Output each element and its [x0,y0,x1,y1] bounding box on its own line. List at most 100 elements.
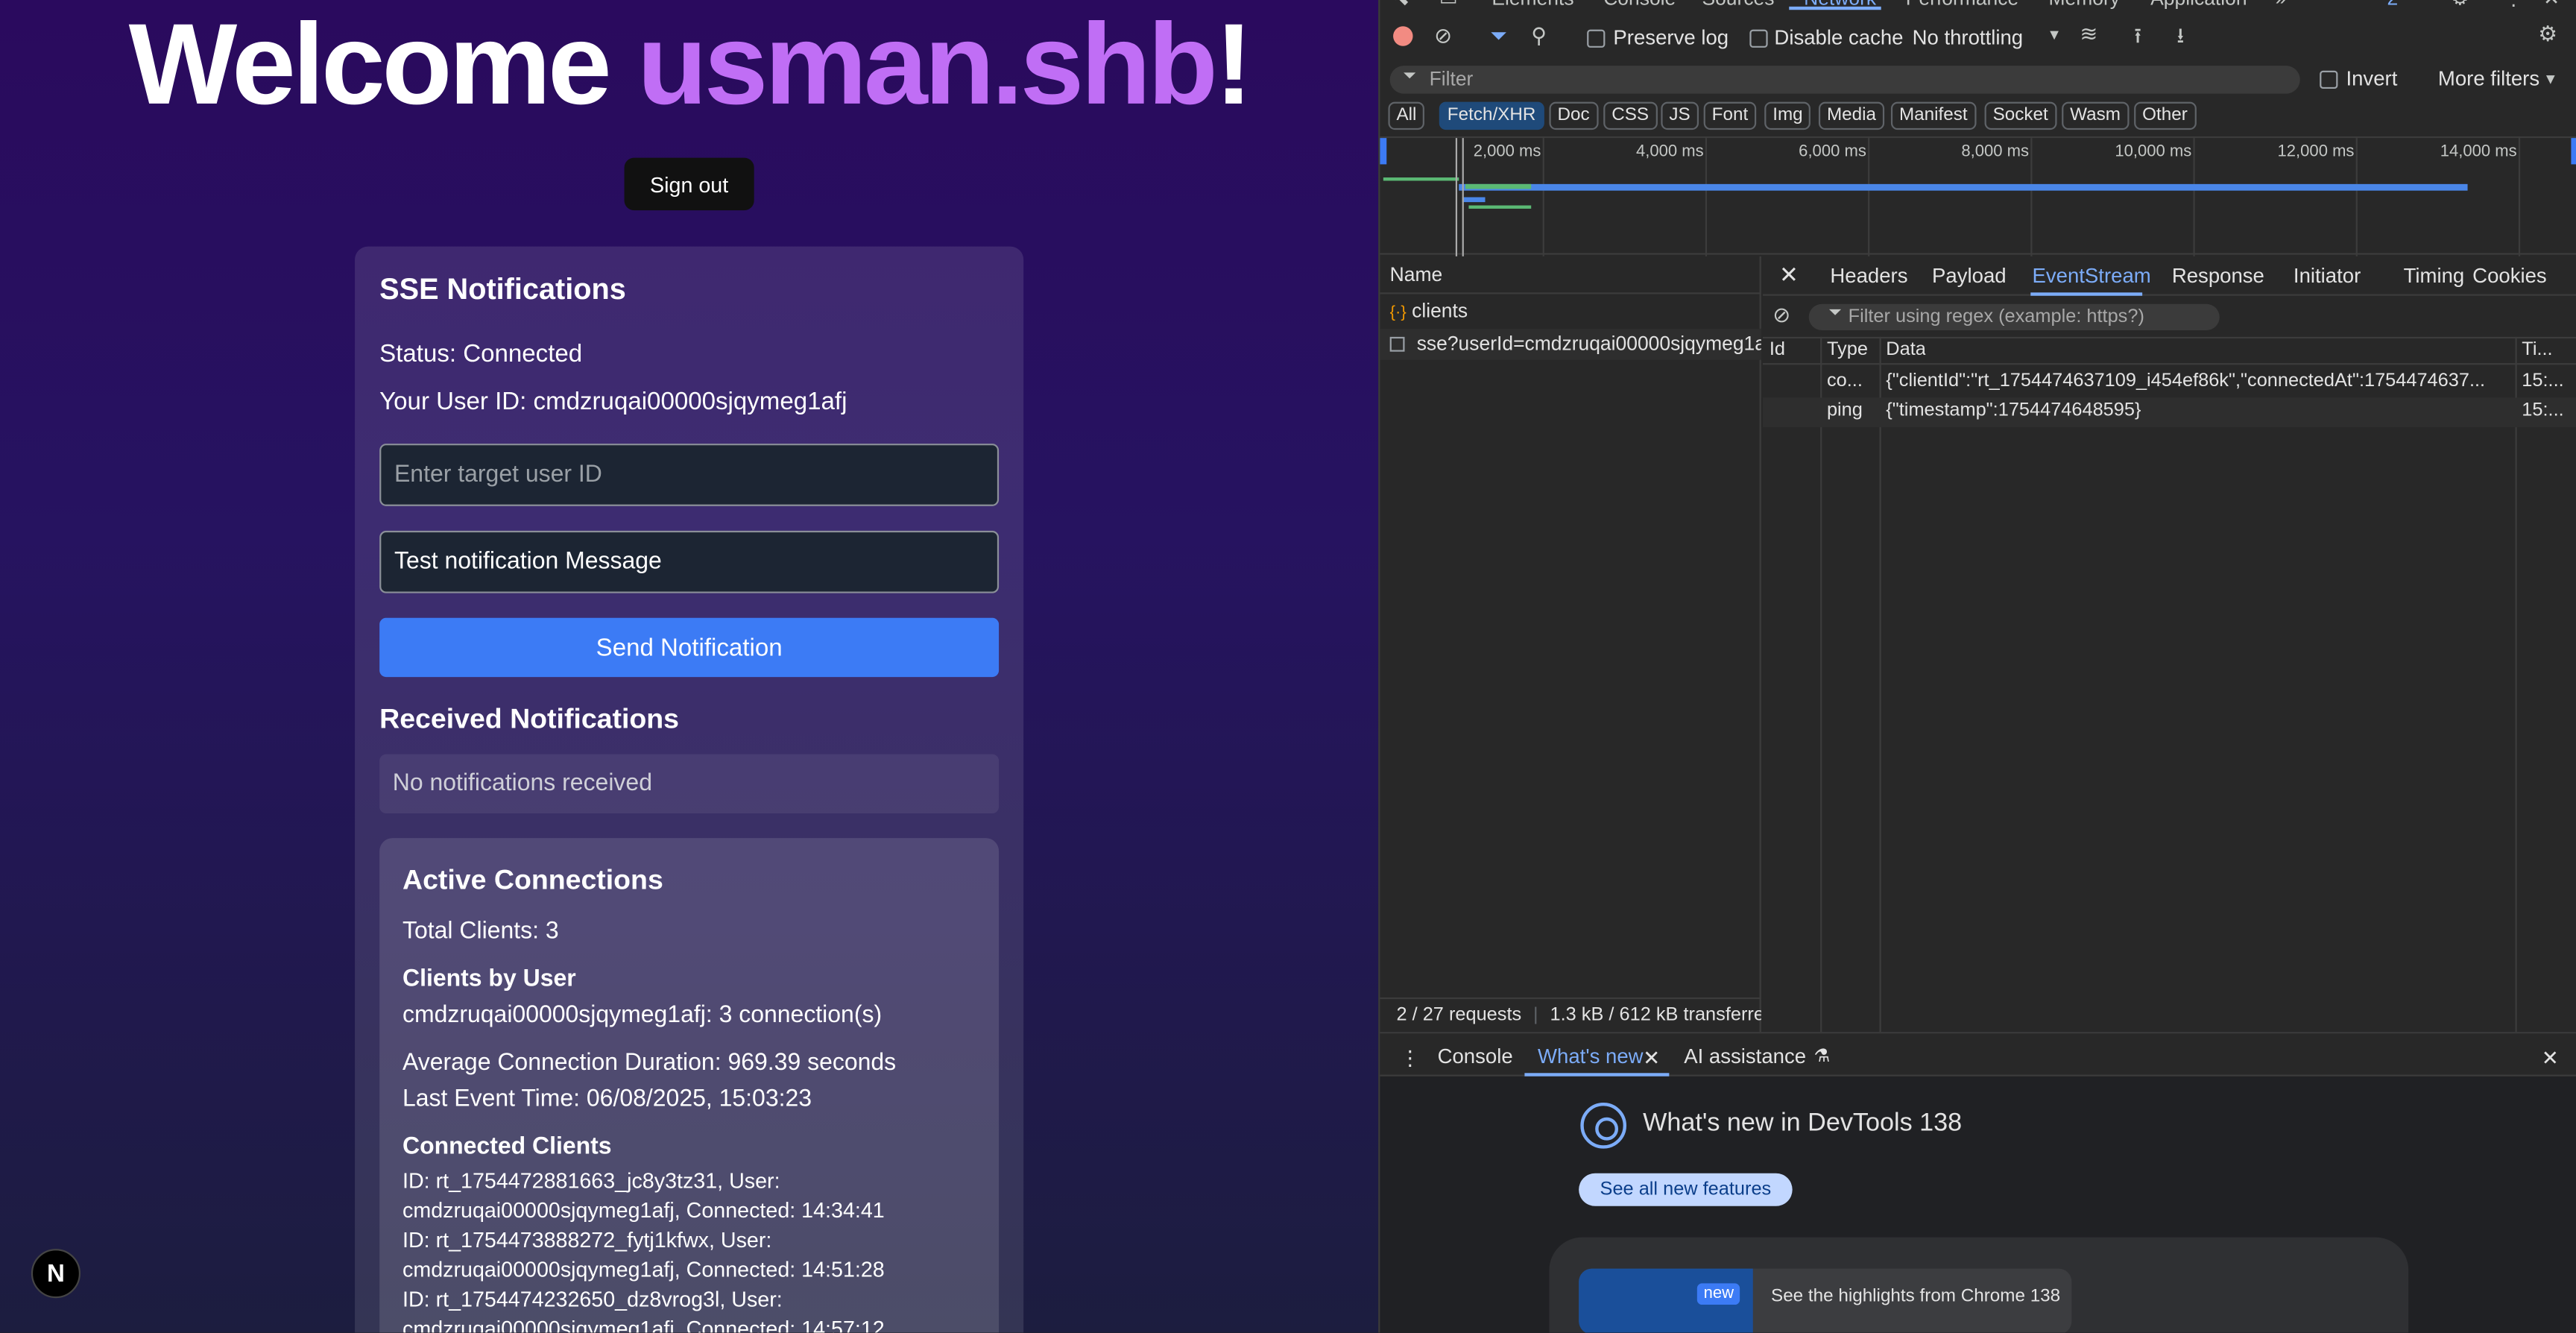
more-options-icon[interactable]: ⋮ [2504,0,2523,10]
column-id[interactable]: Id [1770,340,1785,359]
nextjs-dev-badge[interactable]: N [31,1249,81,1299]
drawer-tab-ai-assistance[interactable]: AI assistance [1684,1045,1806,1068]
preserve-log-checkbox[interactable] [1587,29,1606,48]
filter-wasm[interactable]: Wasm [2062,101,2129,130]
drawer-tab-whats-new[interactable]: What's new [1538,1045,1644,1068]
send-notification-button[interactable]: Send Notification [379,617,1000,678]
tab-timing[interactable]: Timing [2404,265,2465,288]
filter-other[interactable]: Other [2134,101,2196,130]
clear-icon[interactable]: ⊘ [1434,23,1452,49]
timeline-right-handle[interactable] [2571,138,2576,165]
invert-checkbox[interactable] [2320,70,2338,89]
sse-title: SSE Notifications [379,272,626,306]
tab-eventstream[interactable]: EventStream [2032,265,2150,288]
clients-by-user-title: Clients by User [402,966,576,993]
network-settings-gear-icon[interactable]: ⚙ [2538,22,2557,48]
column-data[interactable]: Data [1886,340,1926,359]
tab-application[interactable]: Application [2150,0,2247,10]
column-type[interactable]: Type [1827,340,1868,359]
device-toolbar-icon[interactable]: ▭ [1439,0,1458,10]
timeline-bar [1468,205,1532,209]
tab-elements[interactable]: Elements [1491,0,1573,10]
filter-fetch-xhr[interactable]: Fetch/XHR [1439,101,1544,130]
tab-payload[interactable]: Payload [1932,265,2007,288]
filter-img[interactable]: Img [1764,101,1811,130]
close-detail-icon[interactable]: ✕ [1779,261,1799,289]
fetch-icon: {·} [1389,303,1407,323]
timeline-bar [1459,183,2468,191]
settings-gear-icon[interactable]: ⚙ [2452,0,2469,10]
filter-css[interactable]: CSS [1603,101,1658,130]
request-row[interactable]: {·} clients [1380,296,1761,327]
filter-manifest[interactable]: Manifest [1890,101,1976,130]
clear-events-icon[interactable]: ⊘ [1772,303,1790,329]
tab-headers[interactable]: Headers [1830,265,1907,288]
tab-memory[interactable]: Memory [2049,0,2121,10]
tab-initiator[interactable]: Initiator [2294,265,2361,288]
tab-sources[interactable]: Sources [1702,0,1774,10]
inspect-icon[interactable]: ⬉ [1393,0,1409,10]
close-devtools-icon[interactable]: ✕ [2543,0,2560,10]
filter-media[interactable]: Media [1818,101,1885,130]
request-list: Name {·} clients sse?userId=cmdzruqai000… [1380,256,1761,1033]
filter-doc[interactable]: Doc [1549,101,1598,130]
request-row[interactable]: sse?userId=cmdzruqai00000sjqymeg1afj [1380,328,1761,360]
chrome-devtools-logo-icon [1580,1102,1627,1149]
devtools-panel-tabs: ⬉ ▭ Elements Console Sources Network Per… [1380,0,2576,10]
message-input[interactable] [379,530,1000,593]
connection-status: Status: Connected [379,340,583,368]
request-summary: 2 / 27 requests | 1.3 kB / 612 kB transf… [1380,997,1761,1032]
regex-filter-input[interactable]: Filter using regex (example: https?) [1808,303,2220,331]
see-all-features-button[interactable]: See all new features [1579,1173,1793,1206]
column-time[interactable]: Ti... [2522,340,2552,359]
tab-console[interactable]: Console [1603,0,1676,10]
timeline-tick-label: 8,000 ms [1961,142,2030,162]
active-connections-title: Active Connections [402,864,663,896]
more-filters-dropdown[interactable]: More filters [2438,67,2539,90]
network-conditions-icon[interactable]: ≋ [2080,22,2097,48]
issues-badge[interactable]: 2 [2387,0,2399,10]
close-drawer-icon[interactable]: ✕ [2542,1045,2559,1070]
disable-cache-checkbox[interactable] [1749,29,1768,48]
tab-cookies[interactable]: Cookies [2472,265,2547,288]
record-stop-icon[interactable] [1393,26,1413,46]
app-viewport: Welcome usman.shb! Sign out SSE Notifica… [0,0,1379,1333]
connected-clients-title: Connected Clients [402,1133,612,1161]
filter-icon[interactable]: ⏷ [1490,23,1507,49]
more-tabs-icon[interactable]: » [2276,0,2287,10]
more-filters-chevron-icon[interactable]: ▼ [2543,71,2558,87]
average-duration: Average Connection Duration: 969.39 seco… [402,1050,897,1077]
chevron-down-icon[interactable]: ▼ [2047,26,2062,42]
tab-response[interactable]: Response [2172,265,2264,288]
throttling-select[interactable]: No throttling [1913,26,2024,49]
client-entry: ID: rt_1754472881663_jc8y3tz31, User: cmd… [402,1168,885,1223]
user-id-text: Your User ID: cmdzruqai00000sjqymeg1afj [379,388,847,416]
timeline-bar [1465,183,1532,189]
tab-performance[interactable]: Performance [1906,0,2018,10]
sign-out-button[interactable]: Sign out [624,157,754,211]
search-icon[interactable]: ⚲ [1531,23,1547,49]
timeline-left-handle[interactable] [1380,138,1387,165]
filter-all[interactable]: All [1388,101,1425,130]
filter-js[interactable]: JS [1661,101,1699,130]
name-column-header[interactable]: Name [1380,256,1761,294]
event-row[interactable]: co... {"clientId":"rt_1754474637109_i454… [1763,368,2576,398]
import-har-icon[interactable]: ⭱ [2134,22,2141,57]
filter-font[interactable]: Font [1703,101,1757,130]
client-entry: ID: rt_1754474232650_dz8vrog3l, User: cmd… [402,1286,885,1333]
network-toolbar: ⊘ ⏷ ⚲ Preserve log Disable cache No thro… [1380,16,2576,59]
drawer-menu-icon[interactable]: ⋮ [1400,1045,1421,1070]
filter-input[interactable]: Filter [1389,66,2300,94]
close-whats-new-icon[interactable]: ✕ [1643,1045,1660,1070]
whats-new-underline [1524,1073,1670,1077]
filter-funnel-icon: ⏷ [1403,67,1416,86]
new-badge: new [1696,1283,1740,1305]
export-har-icon[interactable]: ⭳ [2176,22,2184,57]
drawer-tab-console[interactable]: Console [1438,1045,1513,1068]
no-notifications-box: No notifications received [379,754,1000,814]
timeline-overview[interactable]: 2,000 ms 4,000 ms 6,000 ms 8,000 ms 10,0… [1380,136,2576,256]
target-user-id-input[interactable] [379,444,1000,506]
filter-socket[interactable]: Socket [1984,101,2056,130]
event-row[interactable]: ping {"timestamp":1754474648595} 15:... [1762,397,2576,428]
preserve-log-label: Preserve log [1613,26,1729,50]
